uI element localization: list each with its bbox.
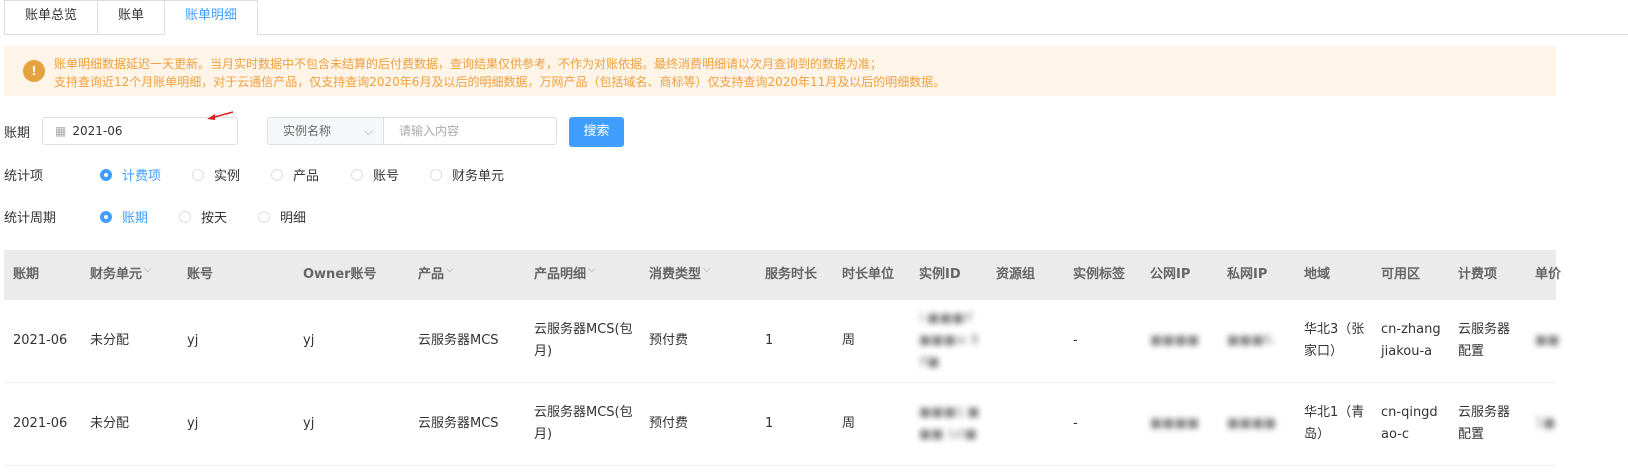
- table-cell: 2021-06: [13, 333, 68, 348]
- table-cell: ■■■■: [1150, 416, 1200, 431]
- table-header: 账期 财务单元 ⌵ 账号 Owner账号 产品 ⌵ 产品明细 ⌵ 消费类型 ⌵ 服务时长 时长单位 实例I…: [4, 250, 1561, 300]
- table-cell: 预付费: [649, 333, 689, 348]
- table-row: 2021-06 未分配 yj yj 云服务器MCS 云服务器MCS(包月) 预付费 1 周 i-■…: [4, 300, 1560, 383]
- column-header[interactable]: 财务单元: [90, 250, 180, 300]
- table-cell: i-■■■lf ■■■w 8lf■: [919, 311, 979, 370]
- radio-stat-finance-unit[interactable]: 财务单元: [430, 165, 504, 184]
- table-cell: ■■■■: [1150, 333, 1200, 348]
- table-cell: 云服务器配置: [1458, 322, 1511, 359]
- sort-chevron-icon[interactable]: ⌵: [144, 264, 152, 275]
- table-cell: cn-zhangjiakou-a: [1381, 322, 1441, 359]
- table-cell: yj: [303, 416, 315, 431]
- column-header: 单价: [1535, 267, 1562, 282]
- table-cell: [996, 383, 1058, 465]
- radio-cycle-detail[interactable]: 明细: [258, 207, 306, 226]
- column-header[interactable]: 消费类型: [649, 250, 759, 300]
- column-header: 公网IP: [1150, 267, 1191, 282]
- column-header: 时长单位: [842, 267, 895, 282]
- table-row: 2021-06 未分配 yj yj 云服务器MCS 云服务器MCS(包月) 预付费 1 周 ■■■…: [4, 383, 1556, 466]
- warning-icon: !: [23, 60, 45, 82]
- bill-detail-table: 账期 财务单元 ⌵ 账号 Owner账号 产品 ⌵ 产品明细 ⌵ 消费类型 ⌵ 服务时长 时长单位 实例I…: [4, 250, 1561, 466]
- table-cell: ■■■6.: [1227, 333, 1277, 348]
- table-cell: 云服务器MCS: [418, 333, 499, 348]
- column-header: 实例ID: [919, 267, 961, 282]
- table-cell: [996, 300, 1058, 382]
- table-cell: yj: [303, 333, 315, 348]
- table-cell: -: [1073, 333, 1078, 348]
- table-cell: 未分配: [90, 333, 130, 348]
- cycle-label: 统计周期: [4, 211, 57, 226]
- table-cell: 华北3（张家口）: [1304, 322, 1365, 359]
- sort-chevron-icon[interactable]: ⌵: [703, 264, 711, 275]
- table-cell: 1■: [1535, 416, 1556, 431]
- column-header: 计费项: [1458, 267, 1498, 282]
- table-cell: 云服务器MCS(包月): [534, 405, 633, 442]
- tab-bill[interactable]: 账单: [97, 0, 166, 34]
- table-cell: ■■■lj ■■■ iut■: [919, 405, 980, 442]
- column-header: Owner账号: [303, 267, 377, 282]
- calendar-icon: ▦: [55, 124, 67, 138]
- radio-cycle-daily[interactable]: 按天: [179, 207, 227, 226]
- table-cell: 云服务器MCS(包月): [534, 322, 633, 359]
- column-header: 私网IP: [1227, 267, 1268, 282]
- radio-stat-billing-item[interactable]: 计费项: [100, 165, 161, 184]
- column-header[interactable]: 产品明细: [534, 250, 644, 300]
- notice-line-1: 账单明细数据延迟一天更新。当月实时数据中不包含未结算的后付费数据，查询结果仅供参…: [54, 57, 883, 71]
- column-header: 可用区: [1381, 267, 1421, 282]
- table-cell: 周: [842, 416, 856, 431]
- table-cell: 预付费: [649, 416, 689, 431]
- table-cell: ■■: [1535, 333, 1560, 348]
- radio-stat-instance[interactable]: 实例: [192, 165, 240, 184]
- column-header: 地域: [1304, 267, 1331, 282]
- tab-bar: 账单总览 账单 账单明细: [4, 0, 1628, 36]
- radio-stat-account[interactable]: 账号: [351, 165, 399, 184]
- search-button[interactable]: 搜索: [569, 117, 624, 147]
- chevron-down-icon: ⌵: [363, 124, 373, 138]
- search-placeholder: 请输入内容: [399, 124, 460, 138]
- notice-banner: ! 账单明细数据延迟一天更新。当月实时数据中不包含未结算的后付费数据，查询结果仅…: [4, 46, 1556, 96]
- tab-bill-detail[interactable]: 账单明细: [164, 0, 259, 36]
- sort-chevron-icon[interactable]: ⌵: [446, 264, 454, 275]
- table-cell: cn-qingdao-c: [1381, 405, 1438, 442]
- notice-line-2: 支持查询近12个月账单明细，对于云通信产品，仅支持查询2020年6月及以后的明细…: [54, 75, 946, 89]
- table-cell: yj: [187, 333, 199, 348]
- table-cell: yj: [187, 416, 199, 431]
- table-cell: 华北1（青岛）: [1304, 405, 1365, 442]
- column-header[interactable]: 产品: [418, 250, 528, 300]
- search-input[interactable]: 请输入内容: [383, 117, 557, 145]
- table-cell: 周: [842, 333, 856, 348]
- period-value: 2021-06: [72, 124, 123, 138]
- column-header: 服务时长: [765, 267, 818, 282]
- period-label: 账期: [4, 126, 31, 141]
- sort-chevron-icon[interactable]: ⌵: [588, 264, 596, 275]
- table-cell: ■■■■: [1227, 416, 1277, 431]
- radio-stat-product[interactable]: 产品: [271, 165, 319, 184]
- table-cell: 1: [765, 333, 774, 348]
- table-cell: 云服务器MCS: [418, 416, 499, 431]
- table-cell: 2021-06: [13, 416, 68, 431]
- table-cell: 未分配: [90, 416, 130, 431]
- search-field-select[interactable]: 实例名称 ⌵: [267, 117, 384, 145]
- column-header: 资源组: [996, 267, 1036, 282]
- column-header: 账号: [187, 267, 214, 282]
- table-cell: -: [1073, 416, 1078, 431]
- red-arrow-annotation: [207, 111, 234, 120]
- table-cell: 1: [765, 416, 774, 431]
- table-cell: 云服务器配置: [1458, 405, 1511, 442]
- tab-bill-overview[interactable]: 账单总览: [4, 0, 99, 34]
- stat-label: 统计项: [4, 169, 44, 184]
- column-header: 账期: [13, 267, 40, 282]
- select-value: 实例名称: [283, 124, 332, 138]
- column-header: 实例标签: [1073, 267, 1126, 282]
- radio-cycle-period[interactable]: 账期: [100, 207, 148, 226]
